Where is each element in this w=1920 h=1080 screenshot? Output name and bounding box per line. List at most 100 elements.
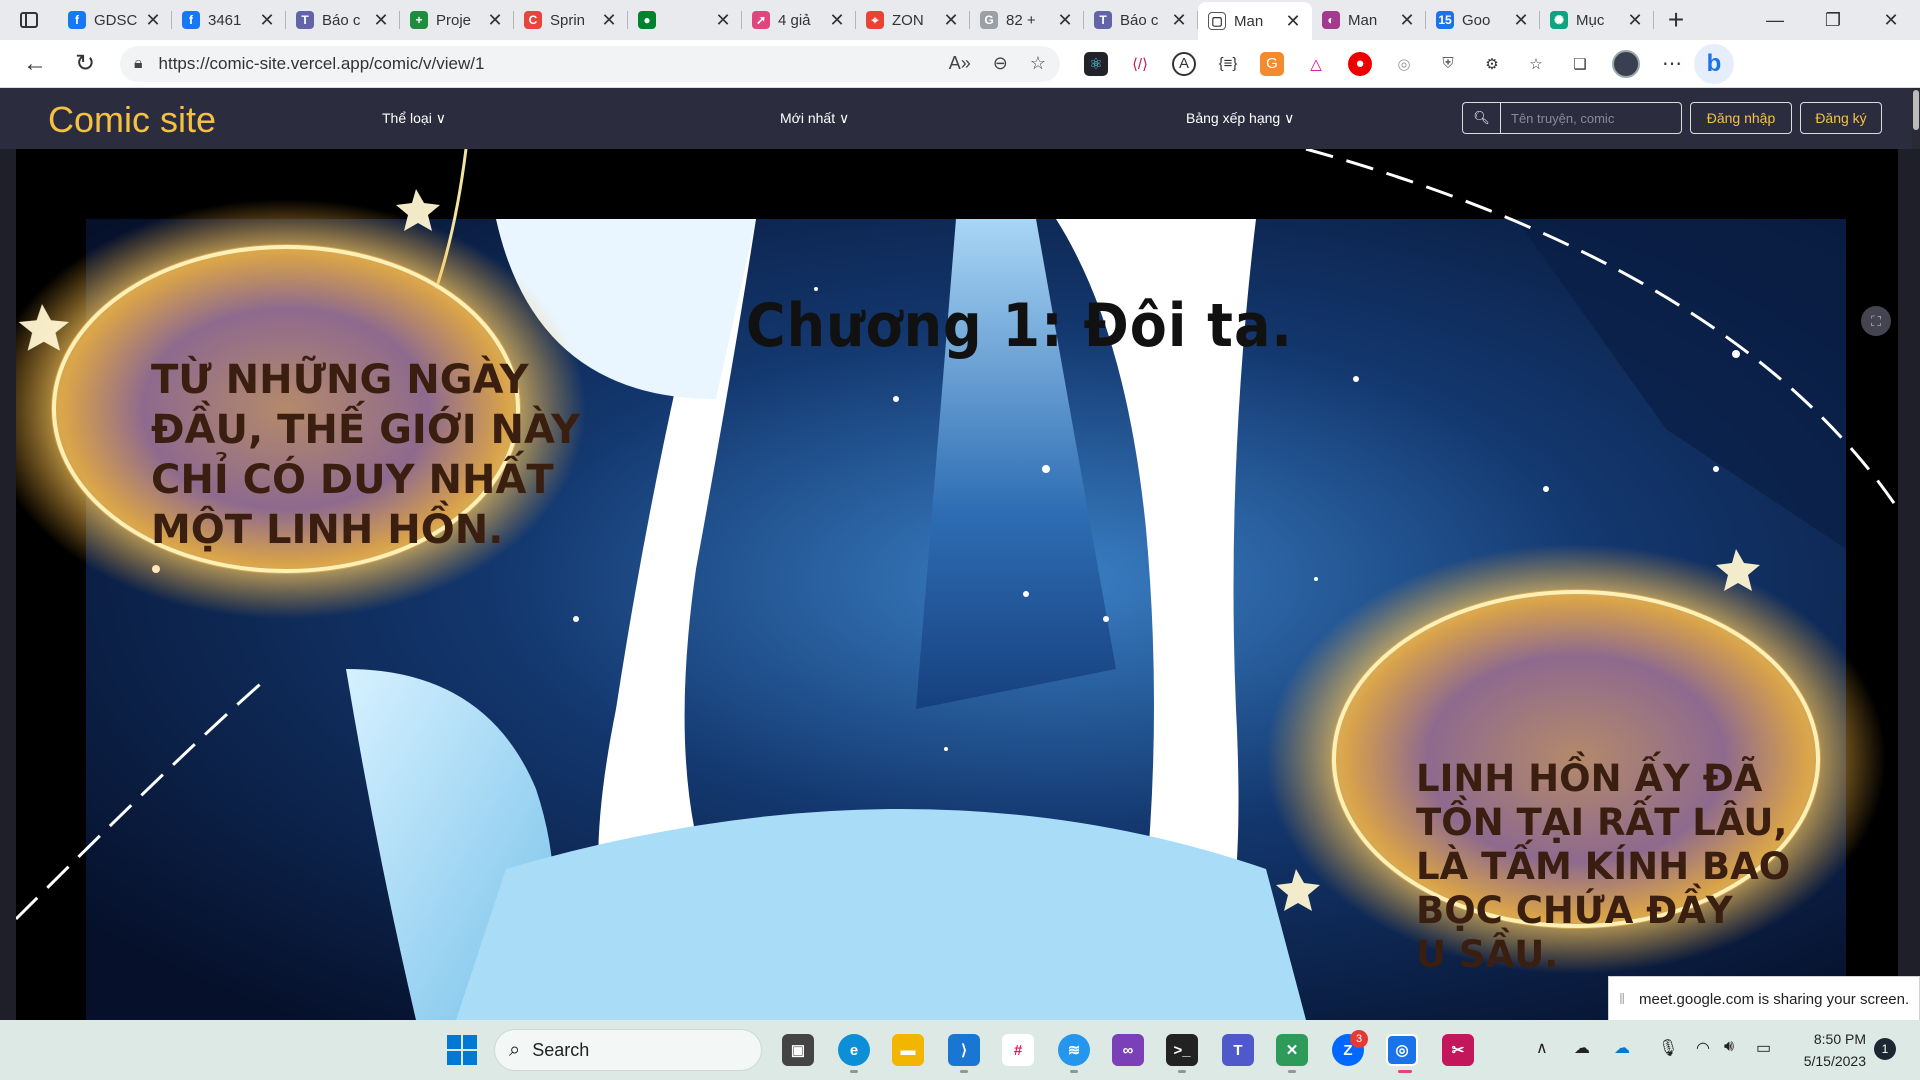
read-aloud-icon[interactable]: A» xyxy=(949,53,971,74)
tab-label: Báo c xyxy=(1120,11,1159,29)
site-logo[interactable]: Comic site xyxy=(48,99,216,141)
drag-handle-icon[interactable]: ‖ xyxy=(1619,991,1639,1008)
taskbar-search[interactable]: ⌕ Search xyxy=(494,1029,762,1071)
close-tab-icon[interactable]: ✕ xyxy=(942,10,960,31)
close-tab-icon[interactable]: ✕ xyxy=(1626,10,1644,31)
close-tab-icon[interactable]: ✕ xyxy=(828,10,846,31)
browser-tab[interactable]: f 3461 ✕ xyxy=(172,0,286,40)
wifi-icon[interactable]: ◠ xyxy=(1696,1038,1710,1058)
docker-icon[interactable]: ≋ xyxy=(1058,1034,1090,1066)
browser-tab[interactable]: ▢ Man ✕ xyxy=(1198,2,1312,40)
minimize-button[interactable]: — xyxy=(1746,0,1804,40)
browser-tab[interactable]: G 82 + ✕ xyxy=(970,0,1084,40)
edge-icon[interactable]: e xyxy=(838,1034,870,1066)
login-button[interactable]: Đăng nhập xyxy=(1690,102,1792,134)
network-status-icon[interactable]: ☁ xyxy=(1574,1038,1590,1058)
system-clock[interactable]: 8:50 PM 5/15/2023 xyxy=(1786,1028,1866,1072)
scrollbar-thumb[interactable] xyxy=(1913,90,1919,130)
tab-actions-button[interactable] xyxy=(0,0,58,40)
close-tab-icon[interactable]: ✕ xyxy=(258,10,276,31)
running-indicator xyxy=(1070,1070,1078,1073)
back-button[interactable]: ← xyxy=(10,42,60,86)
vscode-icon[interactable]: ⟩ xyxy=(948,1034,980,1066)
close-tab-icon[interactable]: ✕ xyxy=(1512,10,1530,31)
facebook-icon: f xyxy=(182,11,200,29)
browser-tab[interactable]: T Báo c ✕ xyxy=(1084,0,1198,40)
add-favorite-icon[interactable]: ☆ xyxy=(1030,53,1046,74)
a-extension-icon[interactable]: A xyxy=(1172,51,1196,76)
refresh-button[interactable]: ↻ xyxy=(60,42,110,86)
browser-tab[interactable]: ● ✕ xyxy=(628,0,742,40)
browser-tab[interactable]: ➚ 4 giả ✕ xyxy=(742,0,856,40)
new-tab-button[interactable]: + xyxy=(1654,0,1698,40)
adblock-icon[interactable]: ● xyxy=(1348,51,1372,76)
compass-extension-icon[interactable]: ◎ xyxy=(1392,52,1416,76)
address-bar[interactable]: 🔒︎ https://comic-site.vercel.app/comic/v… xyxy=(120,45,1060,82)
onedrive-icon[interactable]: ☁ xyxy=(1614,1038,1630,1058)
search-button[interactable]: 🔍︎ xyxy=(1462,102,1500,134)
react-devtools-icon[interactable]: ⚛ xyxy=(1084,51,1108,76)
teams-icon[interactable]: T xyxy=(1222,1034,1254,1066)
browser-tab[interactable]: + Proje ✕ xyxy=(400,0,514,40)
terminal-icon[interactable]: >_ xyxy=(1166,1034,1198,1066)
favorites-icon[interactable]: ☆ xyxy=(1524,52,1548,76)
close-tab-icon[interactable]: ✕ xyxy=(1056,10,1074,31)
tab-label: 82 + xyxy=(1006,11,1036,29)
browser-tab[interactable]: 15 Goo ✕ xyxy=(1426,0,1540,40)
more-menu-icon[interactable]: ⋯ xyxy=(1660,52,1684,76)
graphql-extension-icon[interactable]: △ xyxy=(1304,52,1328,76)
translate-extension-icon[interactable]: G xyxy=(1260,51,1284,76)
shield-extension-icon[interactable]: ⛨ xyxy=(1436,52,1460,76)
collections-icon[interactable]: ❏ xyxy=(1568,52,1592,76)
windows-start-icon[interactable] xyxy=(446,1034,478,1066)
close-tab-icon[interactable]: ✕ xyxy=(144,10,162,31)
address-bar-row: ← ↻ 🔒︎ https://comic-site.vercel.app/com… xyxy=(0,40,1920,88)
microphone-icon[interactable]: 🎙︎ xyxy=(1658,1038,1678,1058)
rocket-icon: ➚ xyxy=(752,11,770,29)
file-explorer-icon[interactable]: ▬ xyxy=(892,1034,924,1066)
task-view-icon[interactable]: ▣ xyxy=(782,1034,814,1066)
browser-tab[interactable]: T Báo c ✕ xyxy=(286,0,400,40)
show-hidden-icons[interactable]: ∧ xyxy=(1536,1038,1548,1058)
active-app-icon[interactable]: ◎ xyxy=(1386,1034,1418,1066)
notification-count[interactable]: 1 xyxy=(1874,1038,1896,1060)
browser-tab[interactable]: ⌖ ZON ✕ xyxy=(856,0,970,40)
back-arrow-icon: ← xyxy=(23,49,47,77)
battery-icon[interactable]: ▭ xyxy=(1756,1038,1771,1058)
nav-latest[interactable]: Mới nhất ∨ xyxy=(780,110,849,127)
search-input[interactable] xyxy=(1500,102,1682,134)
visual-studio-icon[interactable]: ∞ xyxy=(1112,1034,1144,1066)
visual-search-button[interactable]: ⛶ xyxy=(1861,306,1891,336)
nav-genres[interactable]: Thể loại ∨ xyxy=(382,110,446,127)
restore-button[interactable]: ❐ xyxy=(1804,0,1862,40)
slack-icon[interactable]: # xyxy=(1002,1034,1034,1066)
tab-label: 3461 xyxy=(208,11,242,29)
close-tab-icon[interactable]: ✕ xyxy=(1170,10,1188,31)
code-extension-icon[interactable]: ⟨/⟩ xyxy=(1128,52,1152,76)
volume-icon[interactable]: 🔊︎ xyxy=(1724,1038,1734,1056)
close-tab-icon[interactable]: ✕ xyxy=(372,10,390,31)
extensions-icon[interactable]: ⚙ xyxy=(1480,52,1504,76)
register-button[interactable]: Đăng ký xyxy=(1800,102,1882,134)
zoom-icon[interactable]: ⊖ xyxy=(993,53,1008,74)
site-navbar: Comic site Thể loại ∨ Mới nhất ∨ Bảng xế… xyxy=(0,88,1920,149)
url-text[interactable]: https://comic-site.vercel.app/comic/v/vi… xyxy=(159,54,949,74)
close-tab-icon[interactable]: ✕ xyxy=(1284,11,1302,32)
close-tab-icon[interactable]: ✕ xyxy=(714,10,732,31)
running-indicator xyxy=(1178,1070,1186,1073)
nav-ranking[interactable]: Bảng xếp hạng ∨ xyxy=(1186,110,1294,127)
profile-avatar[interactable] xyxy=(1612,49,1640,78)
tools-icon[interactable]: ✕ xyxy=(1276,1034,1308,1066)
close-tab-icon[interactable]: ✕ xyxy=(600,10,618,31)
bing-chat-icon[interactable]: b xyxy=(1694,43,1734,84)
close-tab-icon[interactable]: ✕ xyxy=(1398,10,1416,31)
browser-tab[interactable]: ✺ Mục ✕ xyxy=(1540,0,1654,40)
close-tab-icon[interactable]: ✕ xyxy=(486,10,504,31)
browser-tab[interactable]: C Sprin ✕ xyxy=(514,0,628,40)
json-extension-icon[interactable]: {≡} xyxy=(1216,52,1240,76)
clock-time: 8:50 PM xyxy=(1813,1031,1866,1047)
close-window-button[interactable]: ✕ xyxy=(1862,0,1920,40)
browser-tab[interactable]: ◐ Man ✕ xyxy=(1312,0,1426,40)
snipping-tool-icon[interactable]: ✂ xyxy=(1442,1034,1474,1066)
browser-tab[interactable]: f GDSC ✕ xyxy=(58,0,172,40)
